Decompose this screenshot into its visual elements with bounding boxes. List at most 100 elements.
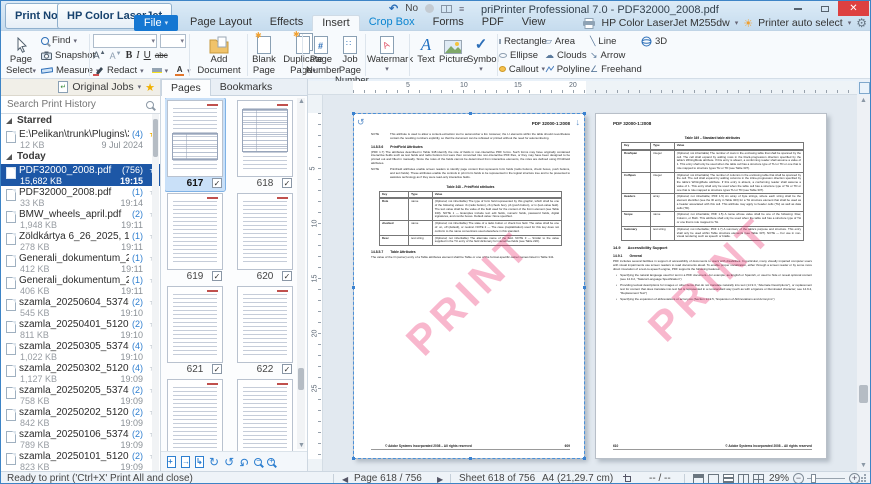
rotate-180-icon[interactable]: ↻ bbox=[239, 456, 249, 468]
page-indicator[interactable]: Page 618 / 756 bbox=[354, 473, 422, 484]
page-number-button[interactable]: # Page Number bbox=[306, 33, 336, 77]
symbol-button[interactable]: ✓ Symbol ▾ bbox=[467, 33, 495, 77]
list-item[interactable]: Zöldkártya 6_26_2025, 1_21_55... (1) ★ 2… bbox=[1, 230, 160, 252]
shape-polyline[interactable]: Polyline bbox=[545, 62, 590, 76]
shape-freehand[interactable]: ∠Freehand bbox=[590, 62, 638, 76]
thumbnail-preview[interactable] bbox=[167, 379, 223, 451]
ribbon-tab[interactable]: Page Layout bbox=[181, 15, 261, 31]
shape-area[interactable]: ▱Area bbox=[545, 34, 590, 48]
color-mode-icon[interactable]: ☀ bbox=[743, 17, 753, 30]
shape-ellipse[interactable]: Ellipse bbox=[499, 48, 545, 62]
snapshot-button[interactable]: Snapshot bbox=[41, 49, 95, 62]
page-checkbox[interactable]: ✓ bbox=[212, 271, 222, 281]
hand-tool-icon[interactable] bbox=[693, 474, 704, 484]
single-page-view-icon[interactable] bbox=[708, 474, 719, 484]
ribbon-tab[interactable]: Insert bbox=[312, 15, 360, 31]
close-button[interactable]: ✕ bbox=[838, 1, 869, 16]
page-thumbnail[interactable]: 619 ✓ bbox=[165, 191, 225, 284]
blank-page-button[interactable]: ✱ Blank Page bbox=[249, 33, 279, 77]
page-checkbox[interactable]: ✓ bbox=[212, 364, 222, 374]
italic-button[interactable]: I bbox=[136, 50, 139, 61]
history-scrollbar[interactable]: ▼ bbox=[152, 114, 159, 471]
shape-line[interactable]: ╲Line bbox=[590, 34, 638, 48]
redact-button[interactable]: Redact▾ ▾ A ▾ bbox=[93, 64, 191, 77]
list-item[interactable]: PDF32000_2008.pdf (1) ★ 33 KB 19:14 bbox=[1, 186, 160, 208]
thumbnail-preview[interactable] bbox=[167, 100, 223, 177]
list-item[interactable]: szamla_20250101_5120250001... (2) ★ 823 … bbox=[1, 450, 160, 471]
ruler-settings-icon[interactable] bbox=[859, 82, 870, 94]
rotate-ccw-icon[interactable]: ↺ bbox=[224, 456, 234, 468]
grid-view-icon[interactable] bbox=[753, 474, 764, 484]
highlight-button[interactable] bbox=[152, 68, 162, 73]
undo-icon[interactable]: ↶ bbox=[389, 4, 398, 14]
watermark-button[interactable]: A Watermark ▾ bbox=[367, 33, 407, 77]
crop-indicator-icon[interactable] bbox=[623, 474, 632, 483]
thumbnail-preview[interactable] bbox=[237, 379, 293, 451]
document-scrollbar[interactable]: ▲ ▼ bbox=[857, 95, 870, 471]
zoom-slider-thumb[interactable] bbox=[811, 474, 816, 483]
list-item[interactable]: Generali_dokumentum_20250... (1) ★ 412 K… bbox=[1, 252, 160, 274]
printer-mode-select[interactable]: Printer auto select bbox=[758, 17, 843, 29]
list-item[interactable]: szamla_20250302_5120250003... (4) ★ 1,12… bbox=[1, 362, 160, 384]
qat-no-label[interactable]: No bbox=[405, 3, 418, 14]
picture-button[interactable]: Picture bbox=[439, 33, 467, 77]
status-circle-icon[interactable] bbox=[425, 4, 434, 13]
horizontal-ruler[interactable]: 5 10 15 20 bbox=[308, 81, 857, 95]
continuous-view-icon[interactable] bbox=[723, 474, 734, 484]
find-button[interactable]: Find▾ bbox=[41, 34, 77, 47]
shape-rectangle[interactable]: Rectangle bbox=[499, 34, 545, 48]
add-document-button[interactable]: Add Document bbox=[193, 33, 245, 77]
qat-more-icon[interactable]: ≡ bbox=[459, 4, 464, 14]
page-thumbnail[interactable]: 621 ✓ bbox=[165, 284, 225, 377]
list-item[interactable]: szamla_20250305_5374010585... (4) ★ 1,02… bbox=[1, 340, 160, 362]
prev-page-button[interactable]: ◀ bbox=[342, 475, 348, 484]
page-checkbox[interactable]: ✓ bbox=[282, 271, 292, 281]
font-color-button[interactable]: A bbox=[175, 66, 184, 76]
chevron-down-icon[interactable]: ▾ bbox=[138, 83, 142, 91]
font-size-combo[interactable] bbox=[160, 34, 186, 48]
zoom-in-icon[interactable] bbox=[267, 458, 275, 466]
list-item[interactable]: Generali_dokumentum_20250... (1) ★ 406 K… bbox=[1, 274, 160, 296]
job-page-number-button[interactable]: ∷ Job Page Number bbox=[335, 33, 365, 77]
ribbon-tab[interactable]: Effects bbox=[261, 15, 312, 31]
text-button[interactable]: A Text bbox=[413, 33, 439, 77]
page-thumbnail[interactable]: 624 ✓ bbox=[235, 377, 295, 451]
list-item[interactable]: BMW_wheels_april.pdf (2) ★ 1,948 KB 19:1… bbox=[1, 208, 160, 230]
printer-select[interactable]: HP Color LaserJet M255dw bbox=[601, 17, 729, 29]
gear-icon[interactable]: ⚙ bbox=[856, 16, 867, 30]
font-name-combo[interactable] bbox=[93, 34, 157, 48]
page-thumbnail[interactable]: 623 ✓ bbox=[165, 377, 225, 451]
file-menu-button[interactable]: File▾ bbox=[134, 15, 178, 31]
ribbon-tab[interactable]: Crop Box bbox=[360, 15, 424, 31]
original-jobs-label[interactable]: Original Jobs bbox=[72, 81, 133, 93]
shape-clouds[interactable]: ☁Clouds bbox=[545, 48, 590, 62]
thumbnail-preview[interactable] bbox=[237, 100, 293, 177]
rotate-handle-icon[interactable]: ↺ bbox=[357, 117, 365, 128]
group-header-today[interactable]: Today bbox=[1, 150, 160, 164]
facing-view-icon[interactable] bbox=[738, 474, 749, 484]
shrink-font-button[interactable]: A▼ bbox=[110, 51, 122, 61]
vertical-ruler[interactable]: 5 10 15 20 25 bbox=[308, 95, 323, 471]
chevron-down-icon[interactable]: ▾ bbox=[848, 19, 852, 27]
measure-button[interactable]: Measure▾ bbox=[41, 64, 99, 77]
group-header-starred[interactable]: Starred bbox=[1, 114, 160, 128]
list-item[interactable]: szamla_20250106_5374010585... (2) ★ 789 … bbox=[1, 428, 160, 450]
page-thumbnail[interactable]: 617 ✓ bbox=[165, 98, 225, 191]
search-icon[interactable] bbox=[146, 101, 154, 109]
export-page-icon[interactable] bbox=[195, 456, 204, 468]
page-checkbox[interactable]: ✓ bbox=[282, 178, 292, 188]
list-item[interactable]: szamla_20250401_5120250005... (2) ★ 811 … bbox=[1, 318, 160, 340]
page-thumbnail[interactable]: 618 ✓ bbox=[235, 98, 295, 191]
pdf-page-617[interactable]: PDF 32000-1:2008 NOTEThis attribute is u… bbox=[353, 113, 585, 459]
3d-button[interactable]: 3D bbox=[641, 35, 667, 48]
minimize-button[interactable] bbox=[784, 1, 811, 16]
list-item[interactable]: E:\Pelikan\trunk\Plugins\3dl... (4) ★ 12… bbox=[1, 128, 160, 150]
thumbnail-preview[interactable] bbox=[167, 286, 223, 363]
resize-grip[interactable] bbox=[864, 480, 866, 482]
page-select-button[interactable]: Page Select▾ bbox=[3, 33, 39, 77]
rotate-cw-icon[interactable]: ↻ bbox=[209, 456, 219, 468]
pdf-page-618[interactable]: PDF 32000-1:2008 Table 349 – Standard ta… bbox=[595, 113, 827, 459]
list-item[interactable]: szamla_20250604_5374010585... (2) ★ 545 … bbox=[1, 296, 160, 318]
list-item[interactable]: PDF32000_2008.pdf (756) ★ 15,682 KB 19:1… bbox=[1, 164, 160, 186]
page-checkbox[interactable]: ✓ bbox=[282, 364, 292, 374]
